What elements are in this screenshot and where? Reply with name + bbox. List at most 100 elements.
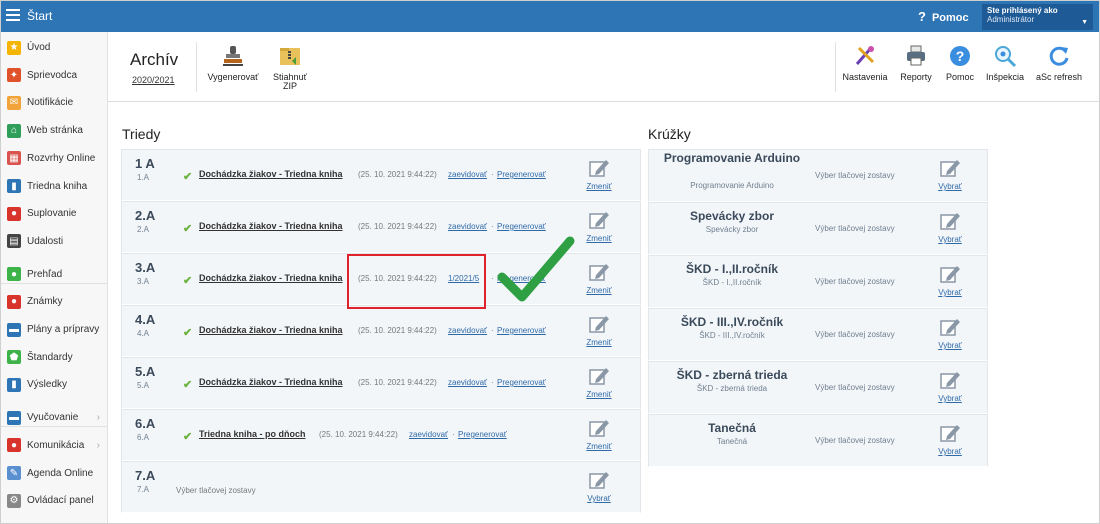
- edit-icon: [589, 264, 609, 281]
- edit-button[interactable]: Zmeniť: [584, 418, 614, 451]
- start-title[interactable]: Štart: [27, 9, 52, 23]
- select-label: Vybrať: [938, 288, 962, 297]
- sidebar-item-zn-mky[interactable]: ● Známky: [1, 288, 108, 315]
- download-zip-button[interactable]: Stiahnuť ZIP: [270, 44, 310, 92]
- sidebar-item-komunik-cia[interactable]: ● Komunikácia ›: [1, 432, 108, 459]
- archive-year-link[interactable]: 2020/2021: [132, 75, 175, 85]
- select-button[interactable]: Vybrať: [935, 211, 965, 244]
- sidebar-item--vod[interactable]: ★ Úvod: [1, 34, 108, 61]
- class-document-link[interactable]: Dochádzka žiakov - Triedna kniha: [199, 377, 343, 387]
- select-button[interactable]: Vybrať: [935, 423, 965, 456]
- sidebar-item-ovl-dac-panel[interactable]: ⚙ Ovládací panel: [1, 487, 108, 514]
- edit-icon: [589, 472, 609, 489]
- club-name: Spevácky zbor: [689, 209, 775, 223]
- regenerate-link[interactable]: Pregenerovať: [497, 326, 546, 335]
- regenerate-link[interactable]: Pregenerovať: [458, 430, 507, 439]
- bar-chart-icon: ▮: [7, 377, 21, 392]
- register-link[interactable]: zaevidovať: [409, 430, 448, 439]
- sidebar-item-v-sledky[interactable]: ▮ Výsledky: [1, 371, 108, 398]
- club-name: ŠKD - III.,IV.ročník: [680, 315, 784, 329]
- print-selection-label: Výber tlačovej zostavy: [815, 171, 895, 180]
- plans-icon: ▬: [7, 322, 21, 337]
- sidebar-item-udalosti[interactable]: ▤ Udalosti: [1, 228, 108, 255]
- edit-button[interactable]: Vybrať: [584, 470, 614, 503]
- select-button[interactable]: Vybrať: [935, 317, 965, 350]
- sidebar-item-suplovanie[interactable]: ● Suplovanie: [1, 200, 108, 227]
- magnifier-icon: [995, 46, 1017, 68]
- app-frame: Štart ? Pomoc Ste prihlásený ako Administ…: [0, 0, 1100, 524]
- help-button[interactable]: ? Pomoc: [942, 44, 978, 82]
- calendar-icon: ▦: [7, 151, 21, 166]
- class-subname: 5.A: [137, 381, 150, 390]
- class-name: 6.A: [135, 416, 156, 431]
- sidebar-item-notifik-cie[interactable]: ✉ Notifikácie: [1, 89, 108, 116]
- class-row: 7.A 7.A Výber tlačovej zostavy Vybrať: [121, 461, 641, 513]
- regenerate-link[interactable]: Pregenerovať: [497, 274, 546, 283]
- sidebar-item-vyu-ovanie[interactable]: ▬ Vyučovanie ›: [1, 404, 108, 431]
- edit-label: Zmeniť: [586, 182, 612, 191]
- print-selection-label: Výber tlačovej zostavy: [176, 486, 256, 495]
- register-link[interactable]: 1/2021/5: [448, 274, 479, 283]
- club-row: Programovanie Arduino Programovanie Ardui…: [648, 149, 988, 202]
- refresh-button[interactable]: aSc refresh: [1033, 44, 1085, 82]
- select-label: Vybrať: [938, 182, 962, 191]
- sidebar-item-triedna-kniha[interactable]: ▮ Triedna kniha: [1, 173, 108, 200]
- edit-button[interactable]: Zmeniť: [584, 262, 614, 295]
- sidebar-item-label: Úvod: [27, 42, 51, 53]
- generated-timestamp: (25. 10. 2021 9:44:22): [358, 326, 437, 335]
- register-link[interactable]: zaevidovať: [448, 222, 487, 231]
- sidebar-item--tandardy[interactable]: ⬟ Štandardy: [1, 344, 108, 371]
- check-icon: ✔: [183, 223, 193, 235]
- register-link[interactable]: zaevidovať: [448, 378, 487, 387]
- sidebar-item-label: Web stránka: [27, 125, 83, 137]
- edit-button[interactable]: Zmeniť: [584, 158, 614, 191]
- class-document-link[interactable]: Triedna kniha - po dňoch: [199, 429, 306, 439]
- club-subname: ŠKD - I.,II.ročník: [702, 278, 762, 287]
- regenerate-link[interactable]: Pregenerovať: [497, 222, 546, 231]
- class-subname: 7.A: [137, 485, 150, 494]
- class-row: 3.A 3.A ✔ Dochádzka žiakov - Triedna kniha (…: [121, 253, 641, 305]
- check-icon: ✔: [183, 275, 193, 287]
- generate-button[interactable]: Vygenerovať: [205, 44, 261, 82]
- select-button[interactable]: Vybrať: [935, 158, 965, 191]
- sidebar-item-pl-ny-a-pr-pravy[interactable]: ▬ Plány a prípravy: [1, 316, 108, 343]
- sidebar-divider: [1, 283, 108, 284]
- club-row: Tanečná Tanečná Výber tlačovej zostavy Vybr…: [648, 414, 988, 467]
- sidebar-item-label: Suplovanie: [27, 208, 77, 220]
- sidebar-item-agenda-online[interactable]: ✎ Agenda Online: [1, 460, 108, 487]
- edit-button[interactable]: Zmeniť: [584, 210, 614, 243]
- register-link[interactable]: zaevidovať: [448, 170, 487, 179]
- chat-icon: ●: [7, 438, 21, 453]
- settings-button[interactable]: Nastavenia: [841, 44, 889, 82]
- select-button[interactable]: Vybrať: [935, 370, 965, 403]
- edit-button[interactable]: Zmeniť: [584, 314, 614, 347]
- register-link[interactable]: zaevidovať: [448, 326, 487, 335]
- question-icon: ?: [918, 9, 926, 24]
- sidebar-item-web-str-nka[interactable]: ⌂ Web stránka: [1, 117, 108, 144]
- edit-button[interactable]: Zmeniť: [584, 366, 614, 399]
- club-name: ŠKD - zberná trieda: [676, 368, 788, 382]
- hamburger-menu-icon[interactable]: [6, 9, 20, 21]
- check-icon: ✔: [183, 327, 193, 339]
- help-link[interactable]: ? Pomoc: [918, 9, 969, 24]
- generate-label: Vygenerovať: [207, 72, 259, 82]
- regenerate-link[interactable]: Pregenerovať: [497, 170, 546, 179]
- user-line2: Administrátor: [987, 15, 1035, 24]
- user-menu[interactable]: Ste prihlásený ako Administrátor ▼: [982, 4, 1093, 30]
- select-label: Vybrať: [938, 341, 962, 350]
- class-document-link[interactable]: Dochádzka žiakov - Triedna kniha: [199, 325, 343, 335]
- toolbar: Archív 2020/2021 Vygenerovať Stiahnuť ZI…: [108, 32, 1099, 102]
- inspection-button[interactable]: Inšpekcia: [984, 44, 1026, 82]
- events-icon: ▤: [7, 234, 21, 249]
- class-document-link[interactable]: Dochádzka žiakov - Triedna kniha: [199, 273, 343, 283]
- stamp-icon: [223, 46, 243, 66]
- regenerate-link[interactable]: Pregenerovať: [497, 378, 546, 387]
- class-document-link[interactable]: Dochádzka žiakov - Triedna kniha: [199, 221, 343, 231]
- sidebar-item-sprievodca[interactable]: ✦ Sprievodca: [1, 62, 108, 89]
- sidebar-item-rozvrhy-online[interactable]: ▦ Rozvrhy Online: [1, 145, 108, 172]
- clubs-title: Krúžky: [648, 126, 691, 142]
- separator-dot: ·: [491, 170, 494, 179]
- class-document-link[interactable]: Dochádzka žiakov - Triedna kniha: [199, 169, 343, 179]
- select-button[interactable]: Vybrať: [935, 264, 965, 297]
- reports-button[interactable]: Reporty: [896, 44, 936, 82]
